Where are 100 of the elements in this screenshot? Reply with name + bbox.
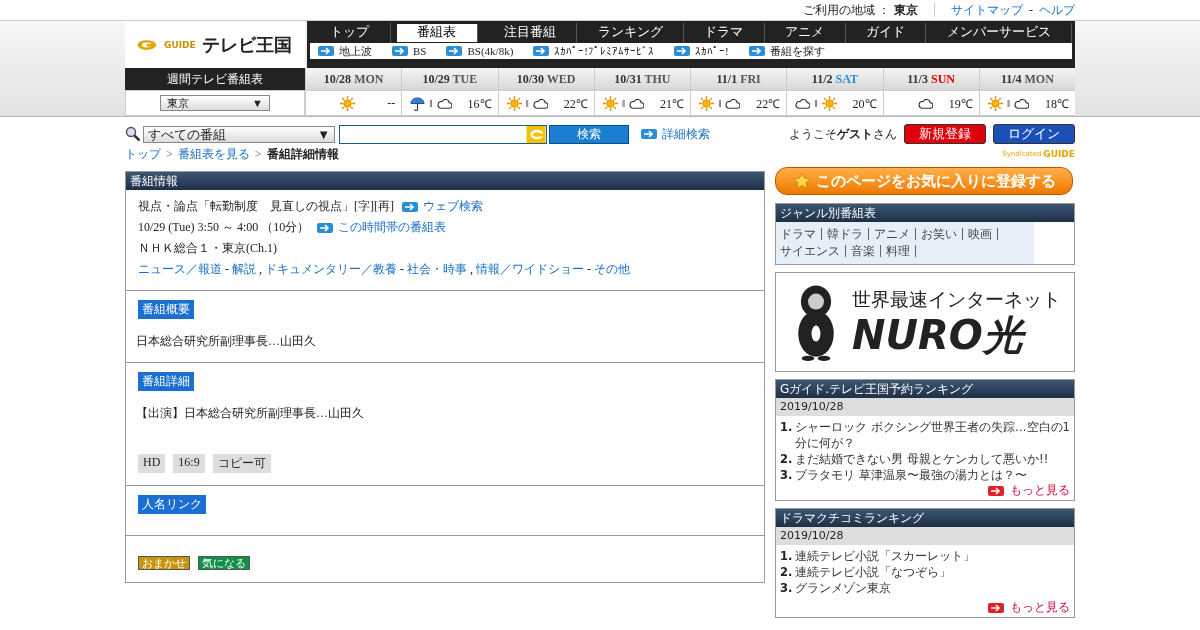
- genre-link[interactable]: 韓ドラ: [827, 226, 863, 243]
- more-link[interactable]: もっと見る: [988, 483, 1070, 498]
- air-time: 10/29 (Tue) 3:50 ～ 4:00 （10分）: [138, 219, 310, 236]
- ranking-link[interactable]: シャーロック ボクシング世界王者の失踪…空白の1分に何が？: [795, 419, 1070, 451]
- genre-link[interactable]: ニュース／報道: [138, 261, 222, 278]
- advanced-search-link[interactable]: 詳細検索: [641, 125, 710, 143]
- link-separator: -: [1029, 2, 1033, 18]
- subnav-link[interactable]: ｽｶﾊﾟｰ!ﾌﾟﾚﾐｱﾑｻｰﾋﾞｽ: [533, 45, 654, 57]
- program-title: 視点・論点「転勤制度 見直しの視点」[字][再]: [138, 198, 394, 215]
- day-tab[interactable]: 10/29 TUE: [402, 68, 498, 90]
- search-field[interactable]: [339, 124, 547, 144]
- rank-number: 2.: [780, 451, 793, 467]
- search-button[interactable]: 検索: [549, 124, 629, 144]
- arrow-icon: [674, 46, 690, 56]
- genre-separator: ,: [470, 262, 473, 277]
- region-name: 東京: [894, 1, 918, 19]
- section-label: 人名リンク: [138, 495, 206, 514]
- genre-link[interactable]: 音楽: [851, 243, 875, 260]
- day-tab[interactable]: 10/31 THU: [594, 68, 690, 90]
- arrow-icon: [318, 46, 334, 56]
- nav-tab[interactable]: 番組表: [396, 24, 478, 42]
- ranking-link[interactable]: ブラタモリ 草津温泉〜最強の湯力とは？〜: [795, 467, 1028, 483]
- header-link[interactable]: ヘルプ: [1039, 1, 1075, 19]
- week-title: 週間テレビ番組表: [125, 68, 305, 90]
- breadcrumb-separator: >: [254, 146, 262, 162]
- ranking-link[interactable]: 連続テレビ小説「なつぞら」: [795, 564, 952, 580]
- register-button[interactable]: 新規登録: [904, 124, 986, 144]
- genre-link[interactable]: その他: [594, 261, 630, 278]
- g-logo-icon: [526, 125, 546, 143]
- logo-mark-text: GUIDE: [164, 39, 196, 50]
- temperature: 18℃: [1044, 95, 1069, 112]
- detail-text: 【出演】日本総合研究所副理事長…山田久: [136, 405, 365, 422]
- day-tab[interactable]: 11/2 SAT: [787, 68, 883, 90]
- arrow-icon: [392, 46, 408, 56]
- format-tag: コピー可: [212, 454, 271, 473]
- day-tab[interactable]: 11/1 FRI: [691, 68, 787, 90]
- genre-link[interactable]: 映画: [968, 226, 992, 243]
- day-tab[interactable]: 10/30 WED: [498, 68, 594, 90]
- breadcrumb-separator: >: [166, 146, 173, 162]
- timeslot-link[interactable]: この時間帯の番組表: [317, 219, 447, 236]
- genre-separator: -: [587, 262, 591, 277]
- weather-separator: ‖: [718, 97, 722, 109]
- ranking-link[interactable]: グランメゾン東京: [795, 580, 892, 596]
- web-search-link[interactable]: ウェブ検索: [402, 198, 483, 215]
- scope-select[interactable]: すべての番組 ▼: [143, 125, 335, 143]
- genre-link[interactable]: 解説: [232, 261, 256, 278]
- box-header: ジャンル別番組表: [776, 204, 1074, 222]
- genre-link[interactable]: 料理: [886, 243, 910, 260]
- box-header: ドラマクチコミランキング: [776, 509, 1074, 527]
- day-tab[interactable]: 10/28 MON: [306, 68, 402, 90]
- more-link[interactable]: もっと見る: [988, 600, 1070, 615]
- header-link[interactable]: サイトマップ: [951, 1, 1023, 19]
- arrow-icon: [988, 485, 1004, 496]
- genre-link[interactable]: アニメ: [874, 226, 910, 243]
- action-button[interactable]: 気になる: [198, 556, 250, 570]
- subnav-link[interactable]: 地上波: [318, 43, 372, 59]
- region-select[interactable]: 東京 ▼: [160, 95, 270, 111]
- breadcrumb-current: 番組詳細情報: [266, 145, 339, 163]
- ranking-date: 2019/10/28: [776, 398, 1074, 416]
- subnav-link[interactable]: BS: [392, 45, 427, 57]
- genre-separator: ,: [259, 262, 262, 277]
- breadcrumb-link[interactable]: 番組表を見る: [177, 145, 250, 163]
- arrow-icon: [641, 129, 657, 139]
- site-logo[interactable]: GUIDE テレビ王国: [125, 21, 305, 68]
- ad-tagline: 世界最速インターネット: [852, 287, 1061, 312]
- section-label: 番組概要: [138, 300, 194, 319]
- weather-separator: ‖: [525, 97, 529, 109]
- section-label: 番組詳細: [138, 372, 194, 391]
- genre-link[interactable]: ドラマ: [780, 226, 816, 243]
- breadcrumb-link[interactable]: トップ: [125, 145, 161, 163]
- ranking-link[interactable]: まだ結婚できない男 母親とケンカして悪いか!!: [795, 451, 1049, 467]
- day-tab[interactable]: 11/4 MON: [979, 68, 1075, 90]
- temperature: 20℃: [851, 95, 877, 112]
- login-button[interactable]: ログイン: [993, 124, 1075, 144]
- temperature: 22℃: [755, 95, 781, 112]
- genre-separator: -: [225, 262, 229, 277]
- temperature: 16℃: [466, 95, 492, 112]
- genre-link[interactable]: お笑い: [921, 226, 957, 243]
- temperature: 21℃: [659, 95, 684, 112]
- temperature: 22℃: [562, 95, 588, 112]
- logo-title: テレビ王国: [201, 32, 292, 57]
- ranking-link[interactable]: 連続テレビ小説「スカーレット」: [795, 548, 976, 564]
- day-tab[interactable]: 11/3 SUN: [883, 68, 979, 90]
- guide-logo: GUIDE: [1043, 149, 1075, 159]
- subnav-link[interactable]: ｽｶﾊﾟｰ!: [674, 45, 729, 57]
- ad-banner[interactable]: 世界最速インターネット NURO光: [775, 272, 1075, 372]
- genre-link[interactable]: サイエンス: [780, 243, 840, 260]
- genre-link[interactable]: ドキュメンタリー／教養: [265, 261, 397, 278]
- temperature: 19℃: [947, 95, 973, 112]
- genre-link[interactable]: 社会・時事: [407, 261, 467, 278]
- genre-link[interactable]: 情報／ワイドショー: [476, 261, 584, 278]
- panel-header: 番組情報: [126, 172, 764, 190]
- weather-separator: ‖: [1006, 97, 1010, 109]
- subnav-link[interactable]: 番組を探す: [748, 43, 825, 59]
- arrow-icon: [402, 201, 418, 212]
- weather-separator: ‖: [621, 97, 625, 109]
- weather-separator: ‖: [429, 97, 433, 109]
- temperature: --: [386, 95, 396, 111]
- star-icon: [792, 172, 811, 190]
- subnav-link[interactable]: BS(4k/8k): [446, 45, 514, 57]
